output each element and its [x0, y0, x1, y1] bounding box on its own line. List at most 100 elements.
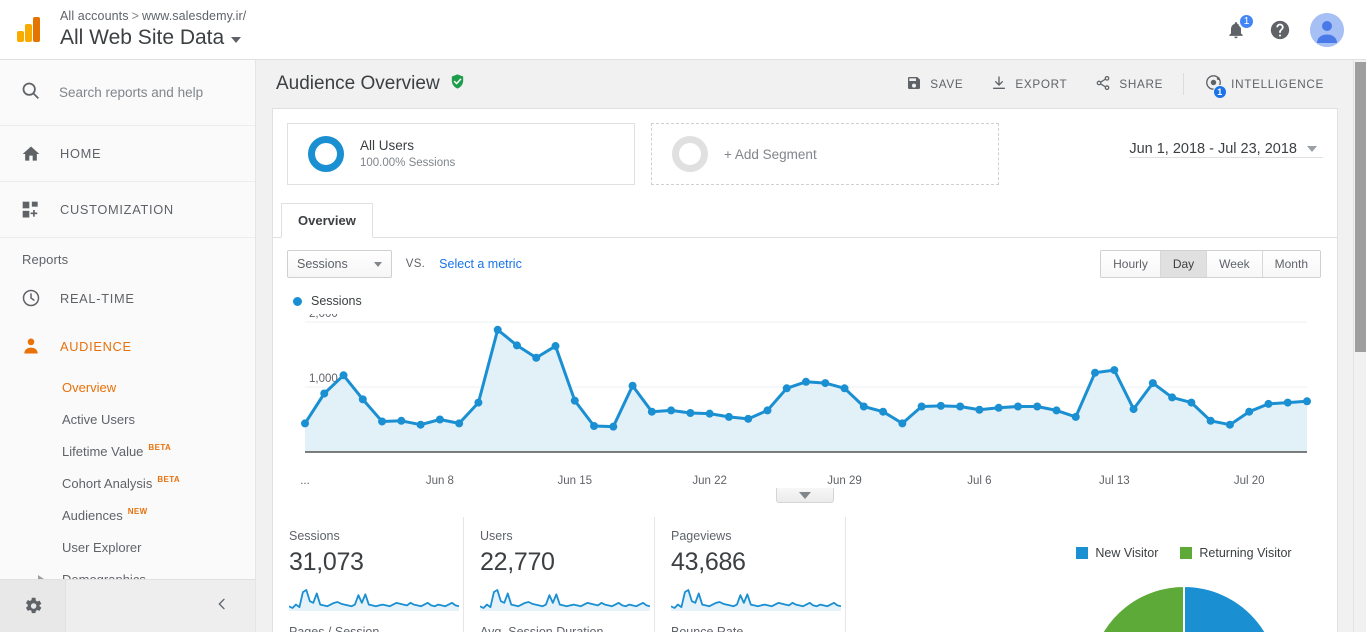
sidebar-subitem-label: Lifetime Value: [62, 444, 143, 459]
sparkline-users: [480, 585, 650, 611]
settings-button[interactable]: [0, 580, 66, 632]
export-label: EXPORT: [1015, 78, 1067, 91]
breadcrumb-separator: >: [132, 9, 139, 23]
metric-card-sessions[interactable]: Sessions 31,073: [273, 517, 464, 613]
sessions-chart-svg[interactable]: 1,0002,000: [293, 314, 1317, 466]
notifications-badge: 1: [1238, 13, 1255, 30]
pie-legend-returning-visitor[interactable]: Returning Visitor: [1180, 546, 1291, 560]
chart-legend: Sessions: [273, 278, 1337, 308]
report-header: Audience Overview SAVE: [256, 60, 1354, 108]
save-icon: [906, 75, 922, 94]
svg-text:2,000: 2,000: [309, 314, 338, 320]
add-segment-label: + Add Segment: [724, 147, 817, 162]
report-actions: SAVE EXPORT: [892, 67, 1338, 101]
sidebar-item-label: CUSTOMIZATION: [60, 202, 174, 217]
sidebar-item-home[interactable]: HOME: [0, 126, 255, 182]
sidebar-subitem-label: Active Users: [62, 412, 135, 427]
legend-label: Sessions: [311, 294, 362, 308]
help-button[interactable]: [1266, 16, 1294, 44]
pie-legend-label: Returning Visitor: [1199, 546, 1291, 560]
collapse-sidebar-button[interactable]: [214, 596, 256, 617]
pie-legend-label: New Visitor: [1095, 546, 1158, 560]
vs-label: VS.: [406, 258, 425, 270]
breadcrumb-account[interactable]: All accounts: [60, 9, 129, 23]
metric-card-pageviews[interactable]: Pageviews 43,686: [655, 517, 846, 613]
sessions-chart[interactable]: 1,0002,000 ...Jun 8Jun 15Jun 22Jun 29Jul…: [273, 308, 1337, 491]
metric-card-avg-session-duration[interactable]: Avg. Session Duration: [464, 613, 655, 632]
tab-overview[interactable]: Overview: [281, 203, 373, 238]
sidebar-item-user-explorer[interactable]: User Explorer: [0, 531, 255, 563]
search-input[interactable]: [59, 85, 229, 100]
segment-bar: All Users 100.00% Sessions + Add Segment…: [273, 109, 1337, 185]
top-bar-actions: 1: [1222, 13, 1366, 47]
sidebar-item-audiences[interactable]: Audiences NEW: [0, 499, 255, 531]
svg-text:Jul 6: Jul 6: [967, 475, 991, 487]
pie-legend-new-visitor[interactable]: New Visitor: [1076, 546, 1158, 560]
sparkline-sessions: [289, 585, 459, 611]
select-metric-link[interactable]: Select a metric: [439, 257, 522, 271]
beta-tag: BETA: [157, 475, 180, 484]
share-button[interactable]: SHARE: [1081, 67, 1177, 101]
chevron-down-icon: [1307, 146, 1317, 152]
sidebar-item-audience[interactable]: AUDIENCE: [0, 323, 255, 369]
svg-text:Jul 13: Jul 13: [1099, 475, 1130, 487]
metric-card-pages-per-session[interactable]: Pages / Session: [273, 613, 464, 632]
share-icon: [1095, 75, 1111, 94]
home-icon: [20, 144, 42, 164]
customization-icon: [20, 200, 42, 220]
sparkline-pageviews: [671, 585, 841, 611]
granularity-week[interactable]: Week: [1207, 251, 1262, 277]
sidebar-subitem-label: Audiences: [62, 508, 123, 523]
sidebar-search[interactable]: [0, 60, 255, 126]
top-bar: All accounts>www.salesdemy.ir/ All Web S…: [0, 0, 1366, 60]
view-selector[interactable]: All Web Site Data: [60, 25, 246, 51]
scrollbar-thumb[interactable]: [1355, 62, 1366, 352]
notifications-button[interactable]: 1: [1222, 16, 1250, 44]
sidebar-item-customization[interactable]: CUSTOMIZATION: [0, 182, 255, 238]
metric-value: 43,686: [671, 548, 829, 577]
date-range-label: Jun 1, 2018 - Jul 23, 2018: [1129, 141, 1297, 157]
legend-swatch-returning: [1180, 547, 1192, 559]
shield-check-icon: [449, 73, 466, 96]
action-divider: [1183, 73, 1184, 95]
sidebar-item-cohort-analysis[interactable]: Cohort Analysis BETA: [0, 467, 255, 499]
sidebar-item-lifetime-value[interactable]: Lifetime Value BETA: [0, 435, 255, 467]
new-vs-returning-chart: New Visitor Returning Visitor 57.5%42.5%: [1034, 546, 1334, 632]
sidebar-item-real-time[interactable]: REAL-TIME: [0, 273, 255, 323]
page-title: Audience Overview: [276, 73, 466, 96]
save-button[interactable]: SAVE: [892, 67, 977, 101]
intelligence-badge: 1: [1213, 85, 1227, 99]
pie-chart-svg[interactable]: 57.5%42.5%: [1054, 576, 1314, 632]
vertical-scrollbar[interactable]: [1353, 60, 1366, 632]
metric-value: 31,073: [289, 548, 447, 577]
date-range-picker[interactable]: Jun 1, 2018 - Jul 23, 2018: [1129, 123, 1323, 158]
export-button[interactable]: EXPORT: [977, 67, 1081, 101]
metric-card-bounce-rate[interactable]: Bounce Rate: [655, 613, 846, 632]
granularity-toggle: Hourly Day Week Month: [1100, 250, 1321, 278]
svg-text:Jul 20: Jul 20: [1234, 475, 1265, 487]
sidebar-item-active-users[interactable]: Active Users: [0, 403, 255, 435]
granularity-hourly[interactable]: Hourly: [1101, 251, 1161, 277]
search-icon: [20, 80, 41, 106]
add-segment-button[interactable]: + Add Segment: [651, 123, 999, 185]
metric-label: Avg. Session Duration: [480, 625, 638, 632]
svg-text:Jun 15: Jun 15: [558, 475, 593, 487]
segment-name: All Users: [360, 137, 455, 155]
breadcrumb-property[interactable]: www.salesdemy.ir/: [142, 9, 246, 23]
avatar[interactable]: [1310, 13, 1344, 47]
svg-text:Jun 29: Jun 29: [827, 475, 862, 487]
segment-all-users[interactable]: All Users 100.00% Sessions: [287, 123, 635, 185]
metric-card-users[interactable]: Users 22,770: [464, 517, 655, 613]
granularity-month[interactable]: Month: [1263, 251, 1320, 277]
granularity-day[interactable]: Day: [1161, 251, 1207, 277]
main-content: Audience Overview SAVE: [256, 60, 1354, 632]
sidebar-item-label: HOME: [60, 146, 101, 161]
breadcrumb[interactable]: All accounts>www.salesdemy.ir/: [60, 8, 246, 24]
sidebar-item-overview[interactable]: Overview: [0, 371, 255, 403]
intelligence-button[interactable]: 1 INTELLIGENCE: [1190, 67, 1338, 101]
chart-collapse-button[interactable]: [776, 488, 834, 503]
metric-selector[interactable]: Sessions: [287, 250, 392, 278]
clock-icon: [20, 288, 42, 308]
google-analytics-logo-icon[interactable]: [0, 15, 60, 45]
add-segment-donut-icon: [672, 136, 708, 172]
